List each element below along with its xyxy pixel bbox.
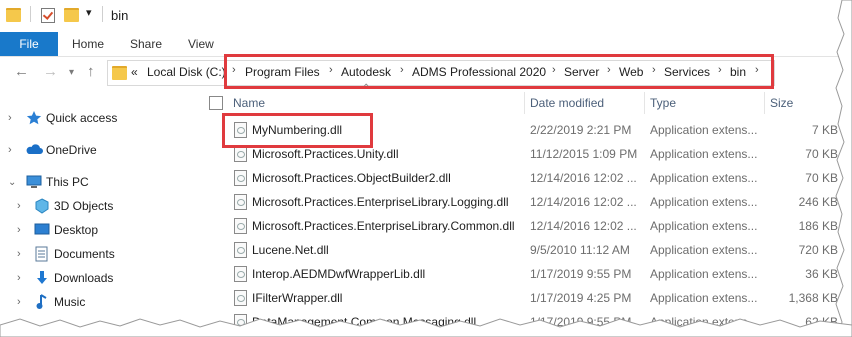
file-date: 12/14/2016 12:02 ... bbox=[530, 195, 637, 209]
dll-file-icon bbox=[234, 266, 247, 282]
chevron-right-icon[interactable]: › bbox=[8, 144, 12, 156]
column-date-modified[interactable]: Date modified bbox=[530, 96, 604, 110]
arrow-left-icon[interactable]: ← bbox=[14, 63, 29, 80]
select-all-checkbox[interactable] bbox=[209, 96, 223, 110]
dll-file-icon bbox=[234, 242, 247, 258]
chevron-right-icon[interactable]: › bbox=[8, 112, 12, 124]
file-type: Application extens... bbox=[650, 291, 758, 305]
sidebar-item-documents[interactable]: › Documents bbox=[0, 242, 200, 266]
file-name: Microsoft.Practices.EnterpriseLibrary.Lo… bbox=[252, 195, 509, 209]
sidebar-item-downloads[interactable]: › Downloads bbox=[0, 266, 200, 290]
download-icon bbox=[35, 270, 51, 284]
sidebar-item-label: Documents bbox=[54, 247, 115, 261]
cube-icon bbox=[34, 198, 50, 214]
customize-toolbar-icon[interactable]: ▾ bbox=[86, 6, 92, 19]
star-icon bbox=[26, 110, 42, 125]
divider bbox=[30, 6, 31, 22]
chevron-right-icon[interactable]: › bbox=[17, 224, 21, 236]
properties-icon[interactable] bbox=[41, 8, 55, 23]
file-date: 12/14/2016 12:02 ... bbox=[530, 219, 637, 233]
sidebar-item-label: Downloads bbox=[54, 271, 114, 285]
file-row[interactable]: Microsoft.Practices.EnterpriseLibrary.Lo… bbox=[220, 190, 852, 214]
cloud-icon bbox=[25, 143, 43, 157]
column-divider[interactable] bbox=[524, 92, 525, 114]
file-name: Lucene.Net.dll bbox=[252, 243, 329, 257]
arrow-up-icon[interactable]: ↑ bbox=[87, 63, 95, 80]
file-date: 2/22/2019 2:21 PM bbox=[530, 123, 632, 137]
chevron-right-icon[interactable]: › bbox=[17, 200, 21, 212]
file-highlight-box bbox=[222, 113, 373, 148]
chevron-right-icon[interactable]: › bbox=[17, 296, 21, 308]
window-title: bin bbox=[111, 8, 129, 23]
tab-view[interactable]: View bbox=[188, 37, 214, 51]
computer-icon bbox=[26, 175, 42, 189]
dll-file-icon bbox=[234, 146, 247, 162]
sidebar-item-label: This PC bbox=[46, 175, 89, 189]
chevron-down-icon[interactable]: ⌄ bbox=[8, 177, 16, 188]
file-row[interactable]: IFilterWrapper.dll 1/17/2019 4:25 PM App… bbox=[220, 286, 852, 310]
file-type: Application extens... bbox=[650, 123, 758, 137]
sort-chevron-icon: ⌃ bbox=[362, 83, 371, 94]
breadcrumb-local-disk[interactable]: Local Disk (C:) bbox=[147, 65, 226, 79]
file-date: 1/17/2019 9:55 PM bbox=[530, 267, 632, 281]
address-highlight-box bbox=[224, 54, 774, 89]
dll-file-icon bbox=[234, 194, 247, 210]
column-size[interactable]: Size bbox=[770, 96, 793, 110]
sidebar-item-3d-objects[interactable]: › 3D Objects bbox=[0, 194, 200, 218]
file-date: 9/5/2010 11:12 AM bbox=[530, 243, 630, 257]
divider bbox=[102, 6, 103, 22]
sidebar-item-label: Desktop bbox=[54, 223, 99, 237]
column-divider[interactable] bbox=[644, 92, 645, 114]
dll-file-icon bbox=[234, 290, 247, 306]
column-name[interactable]: Name bbox=[233, 96, 265, 110]
file-date: 11/12/2015 1:09 PM bbox=[530, 147, 638, 161]
chevron-down-icon[interactable]: ▾ bbox=[69, 67, 74, 78]
torn-edge-bottom bbox=[0, 318, 852, 337]
column-divider[interactable] bbox=[764, 92, 765, 114]
tab-share[interactable]: Share bbox=[130, 37, 162, 51]
file-row[interactable]: Microsoft.Practices.EnterpriseLibrary.Co… bbox=[220, 214, 852, 238]
file-type: Application extens... bbox=[650, 219, 758, 233]
sidebar-item-desktop[interactable]: › Desktop bbox=[0, 218, 200, 242]
file-name: Microsoft.Practices.Unity.dll bbox=[252, 147, 399, 161]
file-name: Microsoft.Practices.ObjectBuilder2.dll bbox=[252, 171, 451, 185]
sidebar-item-label: OneDrive bbox=[46, 143, 97, 157]
torn-edge-right bbox=[835, 0, 852, 337]
file-row[interactable]: Interop.AEDMDwfWrapperLib.dll 1/17/2019 … bbox=[220, 262, 852, 286]
file-type: Application extens... bbox=[650, 147, 758, 161]
file-name: Microsoft.Practices.EnterpriseLibrary.Co… bbox=[252, 219, 515, 233]
file-type: Application extens... bbox=[650, 243, 758, 257]
dll-file-icon bbox=[234, 218, 247, 234]
sidebar-item-quick-access[interactable]: › Quick access bbox=[0, 106, 200, 130]
breadcrumb-overflow[interactable]: « bbox=[131, 65, 138, 79]
dll-file-icon bbox=[234, 170, 247, 186]
tab-home[interactable]: Home bbox=[72, 37, 104, 51]
column-type[interactable]: Type bbox=[650, 96, 676, 110]
file-row[interactable]: Lucene.Net.dll 9/5/2010 11:12 AM Applica… bbox=[220, 238, 852, 262]
document-icon bbox=[35, 246, 51, 262]
file-type: Application extens... bbox=[650, 195, 758, 209]
file-name: IFilterWrapper.dll bbox=[252, 291, 343, 305]
chevron-right-icon[interactable]: › bbox=[17, 248, 21, 260]
file-type: Application extens... bbox=[650, 171, 758, 185]
file-type: Application extens... bbox=[650, 267, 758, 281]
new-folder-icon[interactable] bbox=[64, 8, 79, 22]
folder-icon bbox=[112, 66, 127, 80]
desktop-icon bbox=[34, 223, 50, 237]
sidebar-item-this-pc[interactable]: ⌄ This PC bbox=[0, 170, 200, 194]
arrow-right-icon[interactable]: → bbox=[43, 63, 58, 80]
sidebar-item-onedrive[interactable]: › OneDrive bbox=[0, 138, 200, 162]
sidebar-item-label: Music bbox=[54, 295, 86, 309]
chevron-right-icon[interactable]: › bbox=[17, 272, 21, 284]
folder-icon bbox=[6, 8, 21, 22]
file-row[interactable]: Microsoft.Practices.ObjectBuilder2.dll 1… bbox=[220, 166, 852, 190]
sidebar-item-label: Quick access bbox=[46, 111, 118, 125]
file-date: 12/14/2016 12:02 ... bbox=[530, 171, 637, 185]
music-icon bbox=[36, 294, 52, 309]
sidebar-item-label: 3D Objects bbox=[54, 199, 114, 213]
tab-file[interactable]: File bbox=[0, 32, 58, 56]
file-name: Interop.AEDMDwfWrapperLib.dll bbox=[252, 267, 426, 281]
file-date: 1/17/2019 4:25 PM bbox=[530, 291, 632, 305]
column-header bbox=[205, 92, 852, 114]
